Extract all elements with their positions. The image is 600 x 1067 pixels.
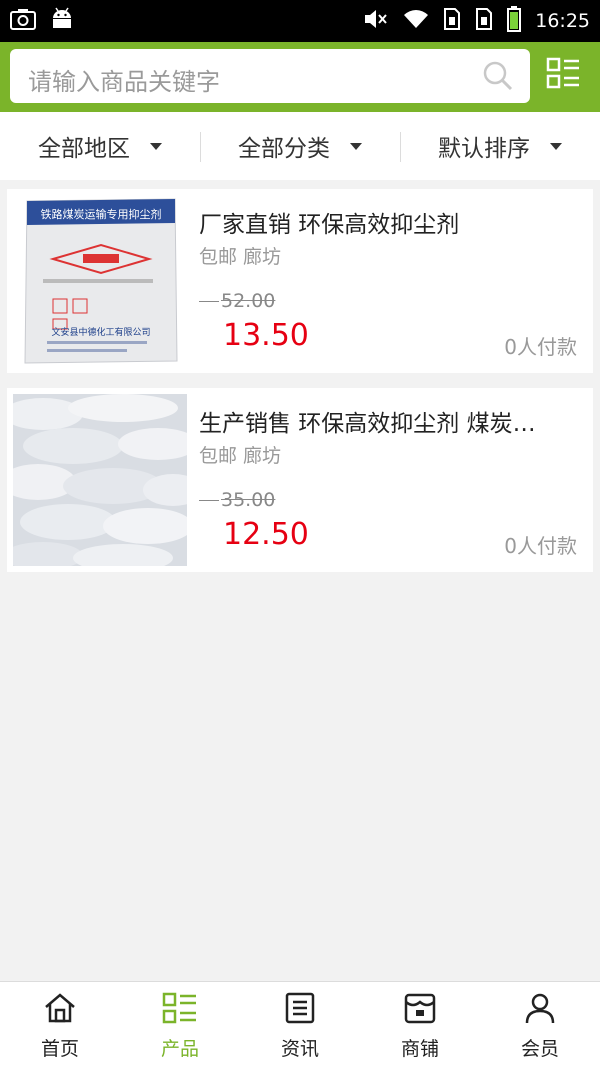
product-list-icon [162, 992, 198, 1028]
bag-label: 铁路煤炭运输专用抑尘剂 [41, 207, 162, 221]
nav-member[interactable]: 会员 [480, 982, 600, 1067]
nav-label: 产品 [160, 1038, 199, 1060]
status-time: 16:25 [535, 10, 590, 32]
sim2-icon [475, 7, 493, 35]
product-title[interactable]: 生产销售 环保高效抑尘剂 煤炭… [199, 404, 579, 438]
product-old-price: 52.00 [199, 290, 275, 312]
android-icon [50, 7, 74, 35]
grid-list-icon[interactable] [546, 56, 582, 96]
search-icon[interactable] [482, 60, 514, 96]
strike-dash [199, 500, 219, 501]
filter-sort[interactable]: 默认排序 [400, 112, 600, 180]
nav-news[interactable]: 资讯 [240, 982, 360, 1067]
nav-label: 商铺 [400, 1038, 439, 1060]
product-sales: 0人付款 [504, 534, 577, 558]
product-title[interactable]: 厂家直销 环保高效抑尘剂 [199, 205, 579, 239]
caret-down-icon [150, 142, 162, 150]
product-tags: 包邮 廊坊 [199, 445, 282, 467]
filter-label: 默认排序 [438, 136, 530, 162]
filter-region[interactable]: 全部地区 [0, 112, 200, 180]
nav-label: 资讯 [280, 1038, 319, 1060]
wifi-icon [403, 8, 429, 34]
product-image[interactable] [13, 394, 187, 566]
sim1-icon [443, 7, 461, 35]
header: 请输入商品关键字 [0, 42, 600, 112]
product-price: 12.50 [223, 517, 309, 552]
product-old-price: 35.00 [199, 489, 275, 511]
news-icon [285, 992, 315, 1028]
shop-icon [403, 992, 437, 1028]
battery-icon [507, 6, 522, 36]
nav-label: 会员 [520, 1038, 559, 1060]
nav-shop[interactable]: 商铺 [360, 982, 480, 1067]
search-placeholder: 请输入商品关键字 [28, 68, 220, 96]
filter-label: 全部地区 [38, 136, 130, 162]
bottom-nav: 首页 产品 资讯 商铺 会员 [0, 981, 600, 1067]
product-tags: 包邮 廊坊 [199, 246, 282, 268]
product-card[interactable]: 铁路煤炭运输专用抑尘剂 文安县中德化工有限公司 厂家直销 环保高效抑尘剂 包邮 … [7, 189, 593, 373]
filter-bar: 全部地区 全部分类 默认排序 [0, 112, 600, 180]
strike-dash [199, 301, 219, 302]
status-bar: 16:25 [0, 0, 600, 42]
home-icon [43, 992, 77, 1028]
camera-icon [10, 8, 36, 34]
member-icon [524, 992, 556, 1028]
old-price-value: 52.00 [221, 290, 276, 312]
nav-products[interactable]: 产品 [120, 982, 240, 1067]
mute-icon [363, 8, 389, 34]
filter-label: 全部分类 [238, 136, 330, 162]
nav-home[interactable]: 首页 [0, 982, 120, 1067]
caret-down-icon [350, 142, 362, 150]
filter-category[interactable]: 全部分类 [200, 112, 400, 180]
nav-label: 首页 [40, 1038, 79, 1060]
product-sales: 0人付款 [504, 335, 577, 359]
bag-company: 文安县中德化工有限公司 [51, 326, 150, 338]
product-image[interactable]: 铁路煤炭运输专用抑尘剂 文安县中德化工有限公司 [13, 195, 187, 367]
caret-down-icon [550, 142, 562, 150]
product-price: 13.50 [223, 318, 309, 353]
product-card[interactable]: 生产销售 环保高效抑尘剂 煤炭… 包邮 廊坊 35.00 12.50 0人付款 [7, 388, 593, 572]
search-input[interactable]: 请输入商品关键字 [10, 49, 530, 103]
old-price-value: 35.00 [221, 489, 276, 511]
